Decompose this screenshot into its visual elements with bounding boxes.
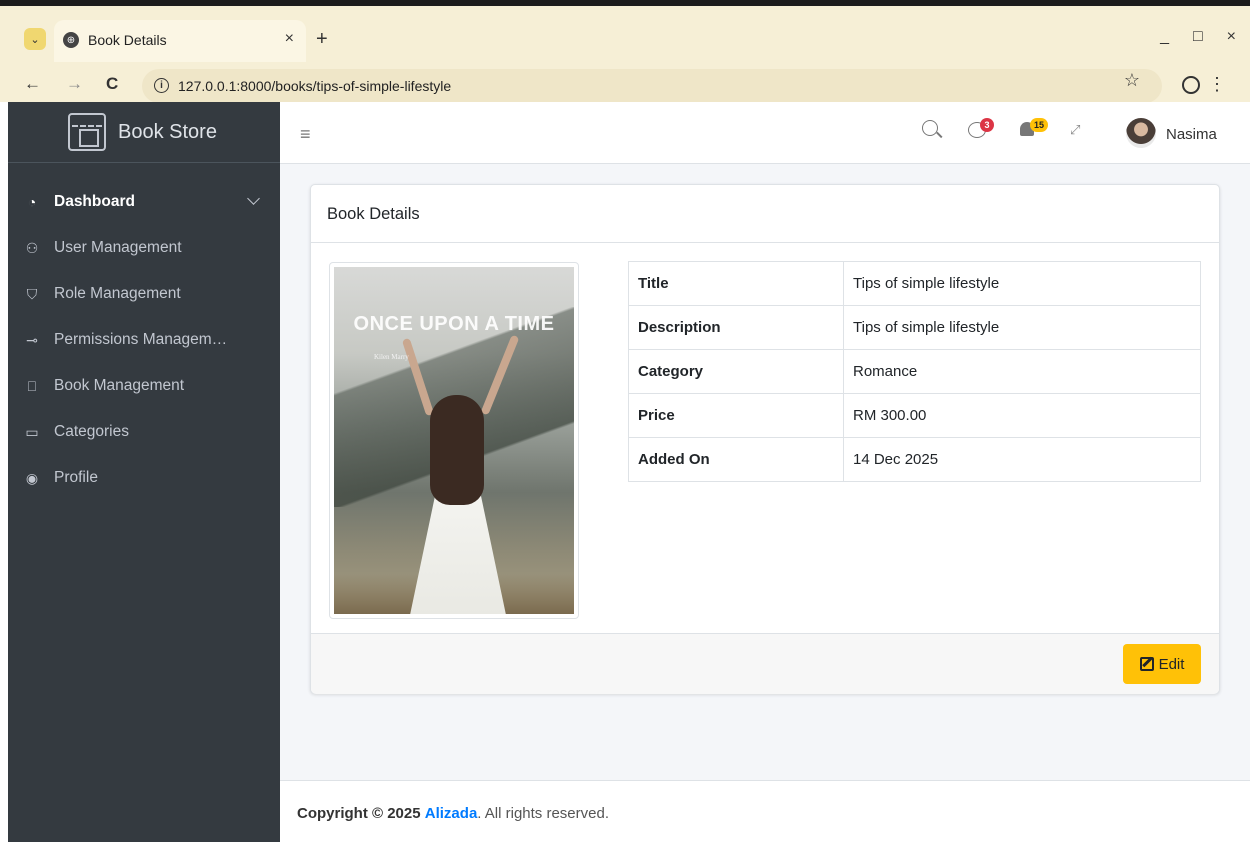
card-footer: Edit: [311, 633, 1219, 694]
company-link[interactable]: Alizada: [425, 805, 478, 822]
sidebar-item-label: Role Management: [54, 285, 181, 302]
detail-value: Tips of simple lifestyle: [843, 305, 1201, 350]
card-title: Book Details: [311, 185, 1219, 243]
bookmark-star-icon[interactable]: ☆: [1124, 70, 1140, 91]
users-icon: ⚇: [25, 239, 39, 256]
sidebar-item-book-management[interactable]: ⎕ Book Management: [8, 363, 280, 409]
user-circle-icon: ◉: [25, 469, 39, 486]
back-button[interactable]: ←: [24, 74, 41, 94]
sidebar: Book Store ◔ Dashboard ⚇ User Management…: [8, 102, 280, 842]
tab-close-icon[interactable]: ×: [285, 30, 294, 48]
tab-search-button[interactable]: ⌄: [24, 28, 46, 50]
brand-link[interactable]: Book Store: [8, 102, 280, 163]
close-window-button[interactable]: ×: [1227, 28, 1236, 46]
forward-button[interactable]: →: [66, 74, 83, 94]
edit-icon: [1139, 657, 1154, 671]
browser-chrome: ⌄ ⊕ Book Details × + _ □ × ← → C i 127.0…: [0, 0, 1250, 103]
maximize-button[interactable]: □: [1193, 28, 1203, 46]
detail-value: Tips of simple lifestyle: [843, 261, 1201, 306]
tab-strip: ⌄ ⊕ Book Details × + _ □ ×: [0, 12, 1250, 62]
sidebar-item-label: Book Management: [54, 377, 185, 394]
table-row: Added On 14 Dec 2025: [628, 437, 1201, 482]
hamburger-menu-icon[interactable]: ≡: [300, 124, 311, 145]
store-logo-icon: [68, 113, 106, 151]
tab-title: Book Details: [88, 32, 167, 48]
browser-profile-icon[interactable]: [1182, 76, 1200, 94]
table-row: Description Tips of simple lifestyle: [628, 305, 1201, 350]
brand-name: Book Store: [118, 120, 217, 143]
book-details-table: Title Tips of simple lifestyle Descripti…: [628, 261, 1201, 482]
sidebar-item-label: Categories: [54, 423, 129, 440]
fullscreen-icon[interactable]: ⤢: [1070, 122, 1081, 138]
browser-tab[interactable]: ⊕ Book Details ×: [54, 20, 306, 62]
chevron-down-icon: [247, 192, 260, 205]
url-text[interactable]: 127.0.0.1:8000/books/tips-of-simple-life…: [178, 78, 451, 94]
window-controls: _ □ ×: [1160, 28, 1236, 46]
sidebar-item-label: Profile: [54, 469, 98, 486]
footer-suffix: . All rights reserved.: [477, 805, 609, 822]
copyright-text: Copyright © 2025: [297, 805, 421, 822]
reload-button[interactable]: C: [106, 74, 118, 94]
address-bar[interactable]: i 127.0.0.1:8000/books/tips-of-simple-li…: [142, 69, 1162, 103]
sidebar-nav: ◔ Dashboard ⚇ User Management ⛉ Role Man…: [8, 163, 280, 501]
top-navbar: ≡ 3 15 ⤢ Nasima: [280, 102, 1250, 164]
book-cover-image: ONCE UPON A TIME Kilen Marry: [334, 267, 574, 614]
main-content: Book Details ONCE UPON A TIME Kilen Marr…: [280, 164, 1250, 780]
new-tab-button[interactable]: +: [316, 28, 328, 51]
sidebar-item-user-management[interactable]: ⚇ User Management: [8, 225, 280, 271]
detail-value: 14 Dec 2025: [843, 437, 1201, 482]
edit-button[interactable]: Edit: [1123, 644, 1201, 684]
detail-label: Price: [628, 393, 844, 438]
notifications-badge: 15: [1030, 118, 1048, 132]
gauge-icon: ◔: [27, 194, 37, 210]
globe-icon: ⊕: [63, 32, 79, 48]
cover-author: Kilen Marry: [374, 353, 409, 361]
site-info-icon[interactable]: i: [154, 78, 169, 93]
edit-label: Edit: [1158, 655, 1185, 673]
detail-label: Description: [628, 305, 844, 350]
shield-icon: ⛉: [26, 285, 38, 302]
user-name[interactable]: Nasima: [1166, 126, 1217, 143]
folder-icon: ▭: [25, 423, 39, 440]
sidebar-item-permissions-management[interactable]: ⊸ Permissions Managem…: [8, 317, 280, 363]
table-row: Category Romance: [628, 349, 1201, 394]
minimize-button[interactable]: _: [1160, 28, 1169, 46]
detail-label: Title: [628, 261, 844, 306]
sidebar-item-role-management[interactable]: ⛉ Role Management: [8, 271, 280, 317]
table-row: Title Tips of simple lifestyle: [628, 261, 1201, 306]
book-icon: ⎕: [27, 377, 37, 394]
sidebar-item-profile[interactable]: ◉ Profile: [8, 455, 280, 501]
detail-label: Added On: [628, 437, 844, 482]
sidebar-item-label: Permissions Managem…: [54, 331, 228, 348]
browser-menu-icon[interactable]: ⋮: [1208, 74, 1226, 95]
detail-value: RM 300.00: [843, 393, 1201, 438]
book-cover-thumbnail: ONCE UPON A TIME Kilen Marry: [329, 262, 579, 619]
search-icon[interactable]: [922, 120, 938, 136]
key-icon: ⊸: [26, 331, 38, 348]
sidebar-item-label: Dashboard: [54, 193, 135, 210]
sidebar-item-categories[interactable]: ▭ Categories: [8, 409, 280, 455]
detail-value: Romance: [843, 349, 1201, 394]
sidebar-item-label: User Management: [54, 239, 182, 256]
cover-title: ONCE UPON A TIME: [353, 313, 555, 335]
sidebar-item-dashboard[interactable]: ◔ Dashboard: [8, 179, 280, 225]
book-details-card: Book Details ONCE UPON A TIME Kilen Marr…: [310, 184, 1220, 694]
table-row: Price RM 300.00: [628, 393, 1201, 438]
page-footer: Copyright © 2025 Alizada. All rights res…: [280, 780, 1250, 842]
messages-badge: 3: [980, 118, 994, 132]
avatar[interactable]: [1126, 118, 1156, 148]
detail-label: Category: [628, 349, 844, 394]
